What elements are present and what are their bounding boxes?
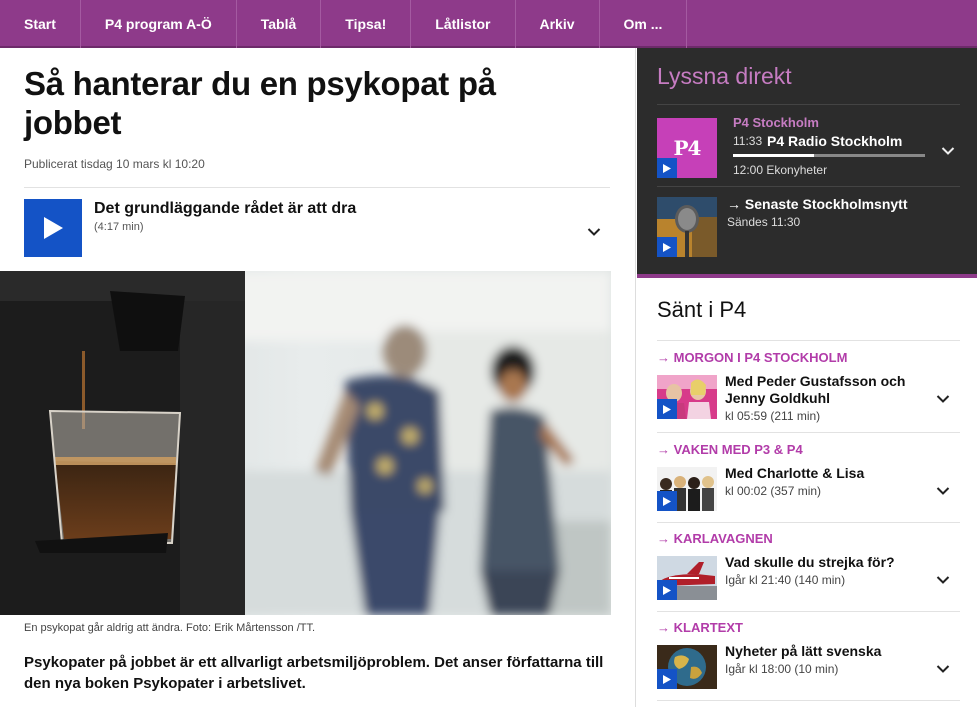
published-date: Publicerat tisdag 10 mars kl 10:20 <box>24 157 205 171</box>
play-icon <box>663 404 671 414</box>
play-icon <box>663 585 671 595</box>
listen-live-title: Lyssna direkt <box>657 63 792 89</box>
latest-news-link[interactable]: → Senaste Stockholmsnytt <box>727 196 908 212</box>
program-link-karlavagnen[interactable]: → KARLAVAGNEN <box>657 531 773 546</box>
broadcast-section-title: Sänt i P4 <box>657 297 747 322</box>
episode-play-button[interactable] <box>657 580 677 600</box>
p4-logo-text: P4 <box>673 136 702 160</box>
news-play-button[interactable] <box>657 237 677 257</box>
nav-tipsa[interactable]: Tipsa! <box>321 0 412 48</box>
next-program: 12:00 Ekonyheter <box>733 163 828 177</box>
episode-title[interactable]: Med Peder Gustafsson och Jenny Goldkuhl <box>725 373 925 407</box>
program-link-klartext[interactable]: → KLARTEXT <box>657 620 743 635</box>
expand-episode-button[interactable] <box>936 572 950 586</box>
nav-latlistor[interactable]: Låtlistor <box>411 0 516 48</box>
episode-play-button[interactable] <box>657 491 677 511</box>
expand-episode-button[interactable] <box>936 391 950 405</box>
photo-caption: En psykopat går aldrig att ändra. Foto: … <box>24 622 316 634</box>
play-icon <box>663 674 671 684</box>
play-button[interactable] <box>24 199 82 257</box>
program-link-morgon[interactable]: → MORGON I P4 STOCKHOLM <box>657 350 847 365</box>
expand-episode-button[interactable] <box>936 483 950 497</box>
chevron-down-icon <box>936 395 950 403</box>
divider <box>657 700 960 701</box>
expand-audio-button[interactable] <box>587 224 601 238</box>
nav-program-a-o[interactable]: P4 program A-Ö <box>81 0 237 48</box>
article-title: Så hanterar du en psykopat på jobbet <box>24 65 496 141</box>
divider <box>657 522 960 523</box>
episode-title[interactable]: Vad skulle du strejka för? <box>725 554 925 571</box>
episode-title[interactable]: Nyheter på lätt svenska <box>725 643 925 660</box>
episode-play-button[interactable] <box>657 669 677 689</box>
program-progress <box>733 154 925 157</box>
latest-news-time: Sändes 11:30 <box>727 215 801 229</box>
article-photo <box>0 271 611 615</box>
divider <box>657 611 960 612</box>
nav-om[interactable]: Om ... <box>600 0 688 48</box>
episode-meta: Igår kl 18:00 (10 min) <box>725 662 839 676</box>
episode-title[interactable]: Med Charlotte & Lisa <box>725 465 925 482</box>
episode-play-button[interactable] <box>657 399 677 419</box>
play-icon <box>663 163 671 173</box>
chevron-down-icon <box>936 576 950 584</box>
now-playing-program[interactable]: P4 Radio Stockholm <box>767 133 902 149</box>
episode-meta: kl 05:59 (211 min) <box>725 409 821 423</box>
program-progress-fill <box>733 154 814 157</box>
audio-player: Det grundläggande rådet är att dra (4:17… <box>24 187 610 270</box>
episode-meta: kl 00:02 (357 min) <box>725 484 822 498</box>
divider <box>657 186 960 187</box>
nav-start[interactable]: Start <box>0 0 81 48</box>
program-link-vaken[interactable]: → VAKEN MED P3 & P4 <box>657 442 803 457</box>
listen-live-panel: Lyssna direkt P4 P4 Stockholm 11:33 P4 R… <box>637 48 977 278</box>
top-navigation: Start P4 program A-Ö Tablå Tipsa! Låtlis… <box>0 0 977 48</box>
play-icon <box>663 242 671 252</box>
article-lead: Psykopater på jobbet är ett allvarligt a… <box>24 654 604 692</box>
play-icon <box>44 217 63 239</box>
station-name[interactable]: P4 Stockholm <box>733 115 819 130</box>
play-icon <box>663 496 671 506</box>
audio-duration: (4:17 min) <box>94 221 144 233</box>
divider <box>657 432 960 433</box>
chevron-down-icon <box>936 665 950 673</box>
divider <box>657 104 960 105</box>
live-play-button[interactable] <box>657 158 677 178</box>
expand-live-button[interactable] <box>941 143 955 157</box>
now-playing-time: 11:33 <box>733 134 763 148</box>
expand-episode-button[interactable] <box>936 661 950 675</box>
nav-tabla[interactable]: Tablå <box>237 0 322 48</box>
nav-arkiv[interactable]: Arkiv <box>516 0 600 48</box>
audio-title[interactable]: Det grundläggande rådet är att dra <box>94 200 356 218</box>
chevron-down-icon <box>941 147 955 155</box>
divider <box>657 340 960 341</box>
episode-meta: Igår kl 21:40 (140 min) <box>725 573 846 587</box>
article: Så hanterar du en psykopat på jobbet Pub… <box>0 48 636 707</box>
chevron-down-icon <box>587 228 601 236</box>
chevron-down-icon <box>936 487 950 495</box>
